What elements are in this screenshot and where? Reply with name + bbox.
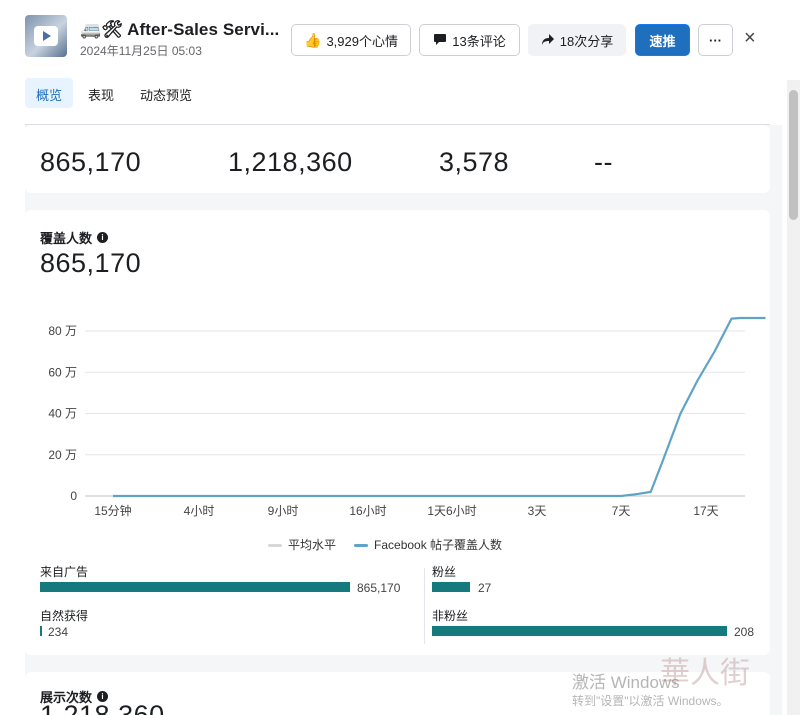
followers-bar xyxy=(432,582,471,592)
followers-label: 粉丝 xyxy=(432,565,457,579)
ads-value: 865,170 xyxy=(357,581,401,595)
organic-bar xyxy=(40,626,42,636)
shares-label: 18次分享 xyxy=(559,33,614,49)
comment-icon xyxy=(433,32,447,48)
reactions-label: 3,929个心情 xyxy=(326,33,398,49)
tab-overview[interactable]: 概览 xyxy=(25,78,74,108)
chart-legend: 平均水平 Facebook 帖子覆盖人数 xyxy=(268,536,502,553)
organic-label: 自然获得 xyxy=(40,609,89,623)
summary-card: 865,170 1,218,360 3,578 -- xyxy=(25,125,770,193)
scrollbar-thumb[interactable] xyxy=(789,90,798,220)
ads-label: 来自广告 xyxy=(40,565,89,579)
more-options-button[interactable]: ··· xyxy=(698,24,733,56)
shares-button[interactable]: 18次分享 xyxy=(528,24,626,56)
legend-average-label: 平均水平 xyxy=(288,538,337,552)
close-icon[interactable]: × xyxy=(744,28,756,48)
breakdown-divider xyxy=(424,568,425,644)
comments-button[interactable]: 13条评论 xyxy=(419,24,520,56)
comments-label: 13条评论 xyxy=(452,33,506,49)
nonfollowers-label: 非粉丝 xyxy=(432,609,469,623)
summary-impressions: 1,218,360 xyxy=(228,147,353,177)
ads-bar xyxy=(40,582,350,592)
summary-reach: 865,170 xyxy=(40,147,142,177)
followers-value: 27 xyxy=(478,581,492,595)
impressions-value: 1,218,360 xyxy=(40,700,165,715)
legend-item-average[interactable]: 平均水平 xyxy=(268,536,336,553)
legend-reach-label: Facebook 帖子覆盖人数 xyxy=(374,538,503,552)
summary-other: -- xyxy=(594,147,613,177)
tab-feed-preview[interactable]: 动态预览 xyxy=(129,78,203,108)
tab-bar: 概览 表现 动态预览 xyxy=(25,78,203,108)
windows-activation-hint: 转到"设置"以激活 Windows。 xyxy=(572,694,729,708)
tab-performance[interactable]: 表现 xyxy=(77,78,125,108)
reactions-button[interactable]: 👍 3,929个心情 xyxy=(291,24,411,56)
nonfollowers-value: 208 xyxy=(734,625,755,639)
info-icon[interactable]: i xyxy=(97,232,109,243)
post-title: 🚐🛠 After-Sales Servi... xyxy=(80,20,280,39)
reach-title: 覆盖人数 i xyxy=(40,228,109,247)
legend-item-reach[interactable]: Facebook 帖子覆盖人数 xyxy=(354,536,502,553)
organic-value: 234 xyxy=(48,625,69,639)
summary-engagement: 3,578 xyxy=(439,147,510,177)
reach-value: 865,170 xyxy=(40,248,142,278)
post-header: 🚐🛠 After-Sales Servi... 2024年11月25日 05:0… xyxy=(0,0,790,80)
thumbs-up-icon: 👍 xyxy=(304,32,322,48)
post-date: 2024年11月25日 05:03 xyxy=(80,44,202,58)
share-arrow-icon xyxy=(541,32,555,48)
legend-swatch-average xyxy=(268,544,282,548)
video-icon xyxy=(34,26,58,46)
nonfollowers-bar xyxy=(432,626,727,636)
post-thumbnail[interactable] xyxy=(25,15,67,57)
reach-title-label: 覆盖人数 xyxy=(40,231,93,246)
windows-activation-watermark: 激活 Windows xyxy=(572,673,680,692)
scrollbar[interactable] xyxy=(787,80,800,715)
legend-swatch-reach xyxy=(354,544,369,548)
boost-button[interactable]: 速推 xyxy=(635,24,690,56)
